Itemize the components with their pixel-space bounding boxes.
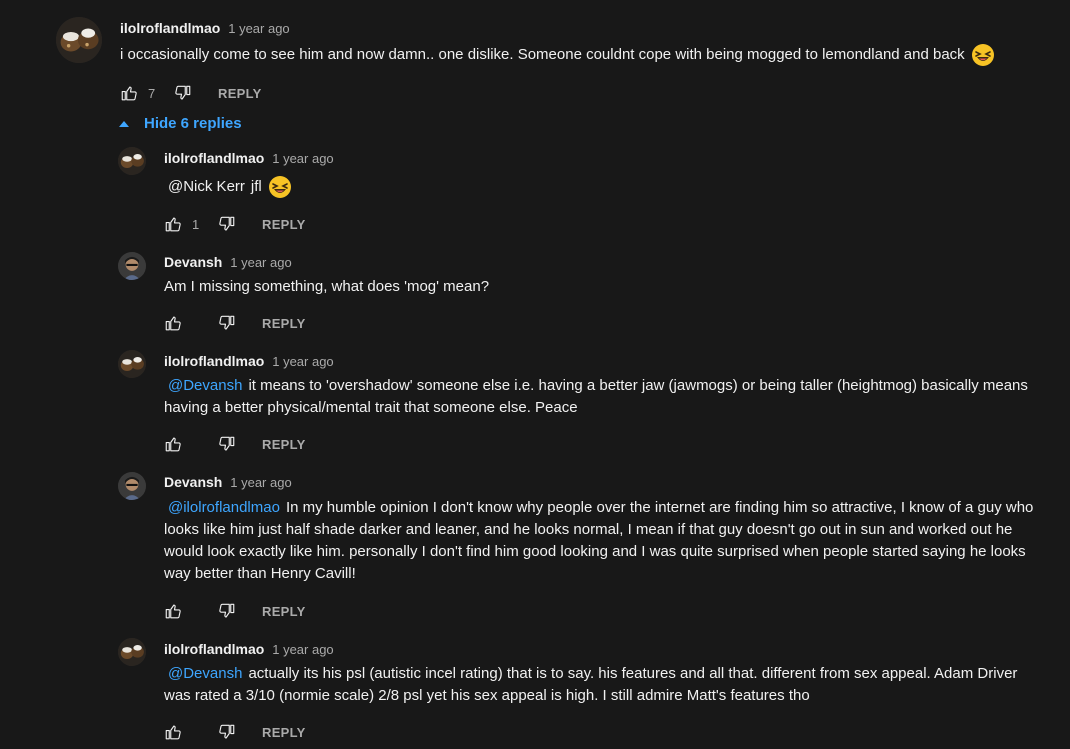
comment-actions: REPLY	[164, 311, 306, 335]
reply-button[interactable]: REPLY	[262, 316, 306, 331]
thumbs-down-icon[interactable]	[218, 314, 236, 332]
reply-button[interactable]: REPLY	[262, 437, 306, 452]
comment-body: jfl	[250, 177, 262, 195]
avatar[interactable]	[118, 472, 146, 500]
like-count: 1	[192, 216, 200, 232]
mention-link[interactable]: @ilolroflandlmao	[168, 499, 280, 516]
hide-replies-button[interactable]: Hide 6 replies	[118, 115, 242, 132]
mention-link[interactable]: @Devansh	[168, 665, 242, 682]
avatar-image	[118, 252, 146, 280]
mention-link[interactable]: @Devansh	[168, 377, 242, 394]
thumbs-down-icon[interactable]	[218, 215, 236, 233]
laughing-emoji-icon	[268, 175, 292, 199]
thumbs-down-icon[interactable]	[218, 435, 236, 453]
comment-text: @Devansh it means to 'overshadow' someone…	[164, 375, 1034, 419]
comment-actions: REPLY	[164, 432, 306, 456]
reply-button[interactable]: REPLY	[262, 217, 306, 232]
author-name[interactable]: ilolroflandlmao	[164, 353, 264, 369]
avatar-image	[118, 350, 146, 378]
thumbs-up-icon[interactable]	[164, 314, 182, 332]
laughing-emoji-icon	[971, 43, 995, 67]
comment-actions: 7 REPLY	[120, 81, 262, 105]
comment-body: it means to 'overshadow' someone else i.…	[164, 377, 1028, 416]
reply-button[interactable]: REPLY	[218, 86, 262, 101]
comment-body: In my humble opinion I don't know why pe…	[164, 499, 1034, 582]
caret-up-icon	[118, 118, 130, 130]
avatar[interactable]	[118, 147, 146, 175]
thumbs-up-icon[interactable]	[164, 602, 182, 620]
avatar[interactable]	[56, 17, 102, 63]
avatar[interactable]	[118, 252, 146, 280]
author-name[interactable]: ilolroflandlmao	[164, 641, 264, 657]
timestamp[interactable]: 1 year ago	[272, 354, 333, 369]
comment-meta: Devansh 1 year ago	[164, 474, 292, 490]
thumbs-up-icon[interactable]	[164, 723, 182, 741]
thumbs-down-icon[interactable]	[174, 84, 192, 102]
thumbs-down-icon[interactable]	[218, 602, 236, 620]
avatar-image	[118, 638, 146, 666]
thumbs-up-icon[interactable]	[164, 435, 182, 453]
comment-body: i occasionally come to see him and now d…	[120, 45, 965, 63]
comment-meta: ilolroflandlmao 1 year ago	[120, 20, 290, 36]
like-count: 7	[148, 85, 156, 101]
comment-body: Am I missing something, what does 'mog' …	[164, 278, 490, 295]
comment-text: @Nick Kerr jfl	[164, 175, 1044, 199]
author-name[interactable]: Devansh	[164, 474, 222, 490]
timestamp[interactable]: 1 year ago	[230, 475, 291, 490]
avatar-image	[56, 17, 102, 63]
comment-meta: Devansh 1 year ago	[164, 254, 292, 270]
avatar-image	[118, 147, 146, 175]
thumbs-up-icon[interactable]	[120, 84, 138, 102]
comment-text: @Devansh actually its his psl (autistic i…	[164, 663, 1034, 707]
comment-body: actually its his psl (autistic incel rat…	[164, 665, 1018, 704]
hide-replies-label: Hide 6 replies	[144, 115, 242, 132]
comment-actions: REPLY	[164, 720, 306, 744]
mention-text: @Nick Kerr	[168, 177, 245, 195]
timestamp[interactable]: 1 year ago	[272, 151, 333, 166]
comment-meta: ilolroflandlmao 1 year ago	[164, 641, 334, 657]
timestamp[interactable]: 1 year ago	[228, 21, 289, 36]
reply-button[interactable]: REPLY	[262, 604, 306, 619]
thumbs-down-icon[interactable]	[218, 723, 236, 741]
author-name[interactable]: Devansh	[164, 254, 222, 270]
author-name[interactable]: ilolroflandlmao	[120, 20, 220, 36]
avatar-image	[118, 472, 146, 500]
comment-actions: REPLY	[164, 599, 306, 623]
timestamp[interactable]: 1 year ago	[230, 255, 291, 270]
comment-text: i occasionally come to see him and now d…	[120, 43, 1060, 67]
comment-text: Am I missing something, what does 'mog' …	[164, 276, 1044, 298]
comment-meta: ilolroflandlmao 1 year ago	[164, 150, 334, 166]
timestamp[interactable]: 1 year ago	[272, 642, 333, 657]
thumbs-up-icon[interactable]	[164, 215, 182, 233]
comment-actions: 1 REPLY	[164, 212, 306, 236]
avatar[interactable]	[118, 638, 146, 666]
comment-meta: ilolroflandlmao 1 year ago	[164, 353, 334, 369]
avatar[interactable]	[118, 350, 146, 378]
author-name[interactable]: ilolroflandlmao	[164, 150, 264, 166]
reply-button[interactable]: REPLY	[262, 725, 306, 740]
comment-text: @ilolroflandlmao In my humble opinion I d…	[164, 497, 1049, 585]
